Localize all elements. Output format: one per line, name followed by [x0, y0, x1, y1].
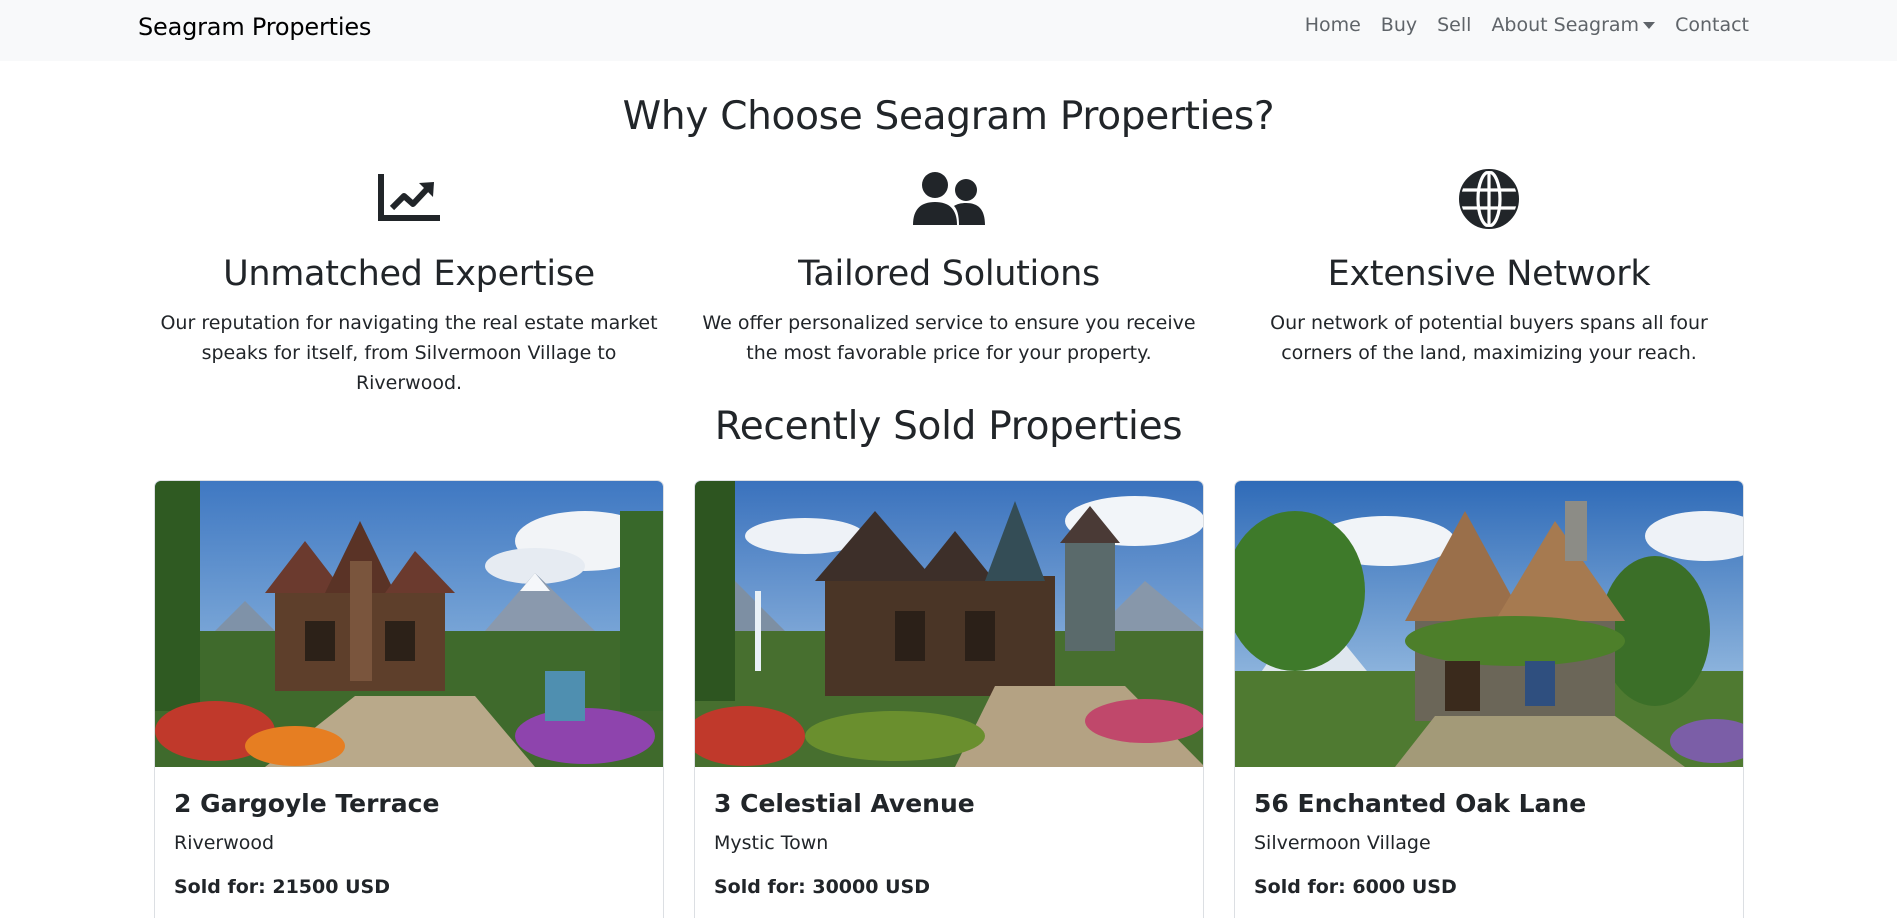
property-price: Sold for: 30000 USD — [714, 876, 930, 898]
card-body: 56 Enchanted Oak Lane Silvermoon Village… — [1235, 789, 1743, 898]
property-address: 2 Gargoyle Terrace — [174, 789, 440, 818]
property-location: Riverwood — [174, 832, 275, 854]
feature-expertise: Unmatched Expertise Our reputation for n… — [146, 170, 672, 398]
feature-solutions: Tailored Solutions We offer personalized… — [686, 170, 1212, 368]
nav-sell-link[interactable]: Sell — [1437, 14, 1471, 36]
property-card[interactable]: 3 Celestial Avenue Mystic Town Sold for:… — [694, 480, 1204, 918]
property-card[interactable]: 2 Gargoyle Terrace Riverwood Sold for: 2… — [154, 480, 664, 918]
card-body: 2 Gargoyle Terrace Riverwood Sold for: 2… — [155, 789, 663, 898]
users-icon — [686, 170, 1212, 228]
feature-network: Extensive Network Our network of potenti… — [1226, 169, 1752, 368]
property-image — [155, 481, 663, 767]
feature-text: Our reputation for navigating the real e… — [160, 312, 658, 394]
property-location: Mystic Town — [714, 832, 829, 854]
nav-buy-link[interactable]: Buy — [1381, 14, 1417, 36]
property-image — [695, 481, 1203, 767]
nav-links: Home Buy Sell About Seagram Contact — [1305, 14, 1749, 36]
card-body: 3 Celestial Avenue Mystic Town Sold for:… — [695, 789, 1203, 898]
property-card[interactable]: 56 Enchanted Oak Lane Silvermoon Village… — [1234, 480, 1744, 918]
brand-logo-link[interactable]: Seagram Properties — [138, 13, 371, 41]
sold-section-title: Recently Sold Properties — [714, 404, 1183, 449]
nav-about-dropdown[interactable]: About Seagram — [1491, 14, 1656, 36]
property-price: Sold for: 21500 USD — [174, 876, 390, 898]
globe-icon — [1226, 169, 1752, 229]
nav-contact-link[interactable]: Contact — [1675, 14, 1749, 36]
nav-about-label: About Seagram — [1491, 14, 1640, 36]
feature-title: Extensive Network — [1327, 254, 1651, 294]
feature-text: We offer personalized service to ensure … — [702, 312, 1196, 364]
navbar: Seagram Properties Home Buy Sell About S… — [0, 0, 1897, 61]
caret-down-icon — [1643, 22, 1656, 29]
nav-home-link[interactable]: Home — [1305, 14, 1361, 36]
property-address: 3 Celestial Avenue — [714, 789, 975, 818]
property-price: Sold for: 6000 USD — [1254, 876, 1457, 898]
property-address: 56 Enchanted Oak Lane — [1254, 789, 1587, 818]
feature-text: Our network of potential buyers spans al… — [1270, 312, 1708, 364]
feature-title: Unmatched Expertise — [223, 254, 595, 294]
property-image — [1235, 481, 1743, 767]
why-section-title: Why Choose Seagram Properties? — [622, 94, 1275, 139]
feature-title: Tailored Solutions — [798, 254, 1100, 294]
property-location: Silvermoon Village — [1254, 832, 1431, 854]
chart-line-icon — [146, 170, 672, 228]
